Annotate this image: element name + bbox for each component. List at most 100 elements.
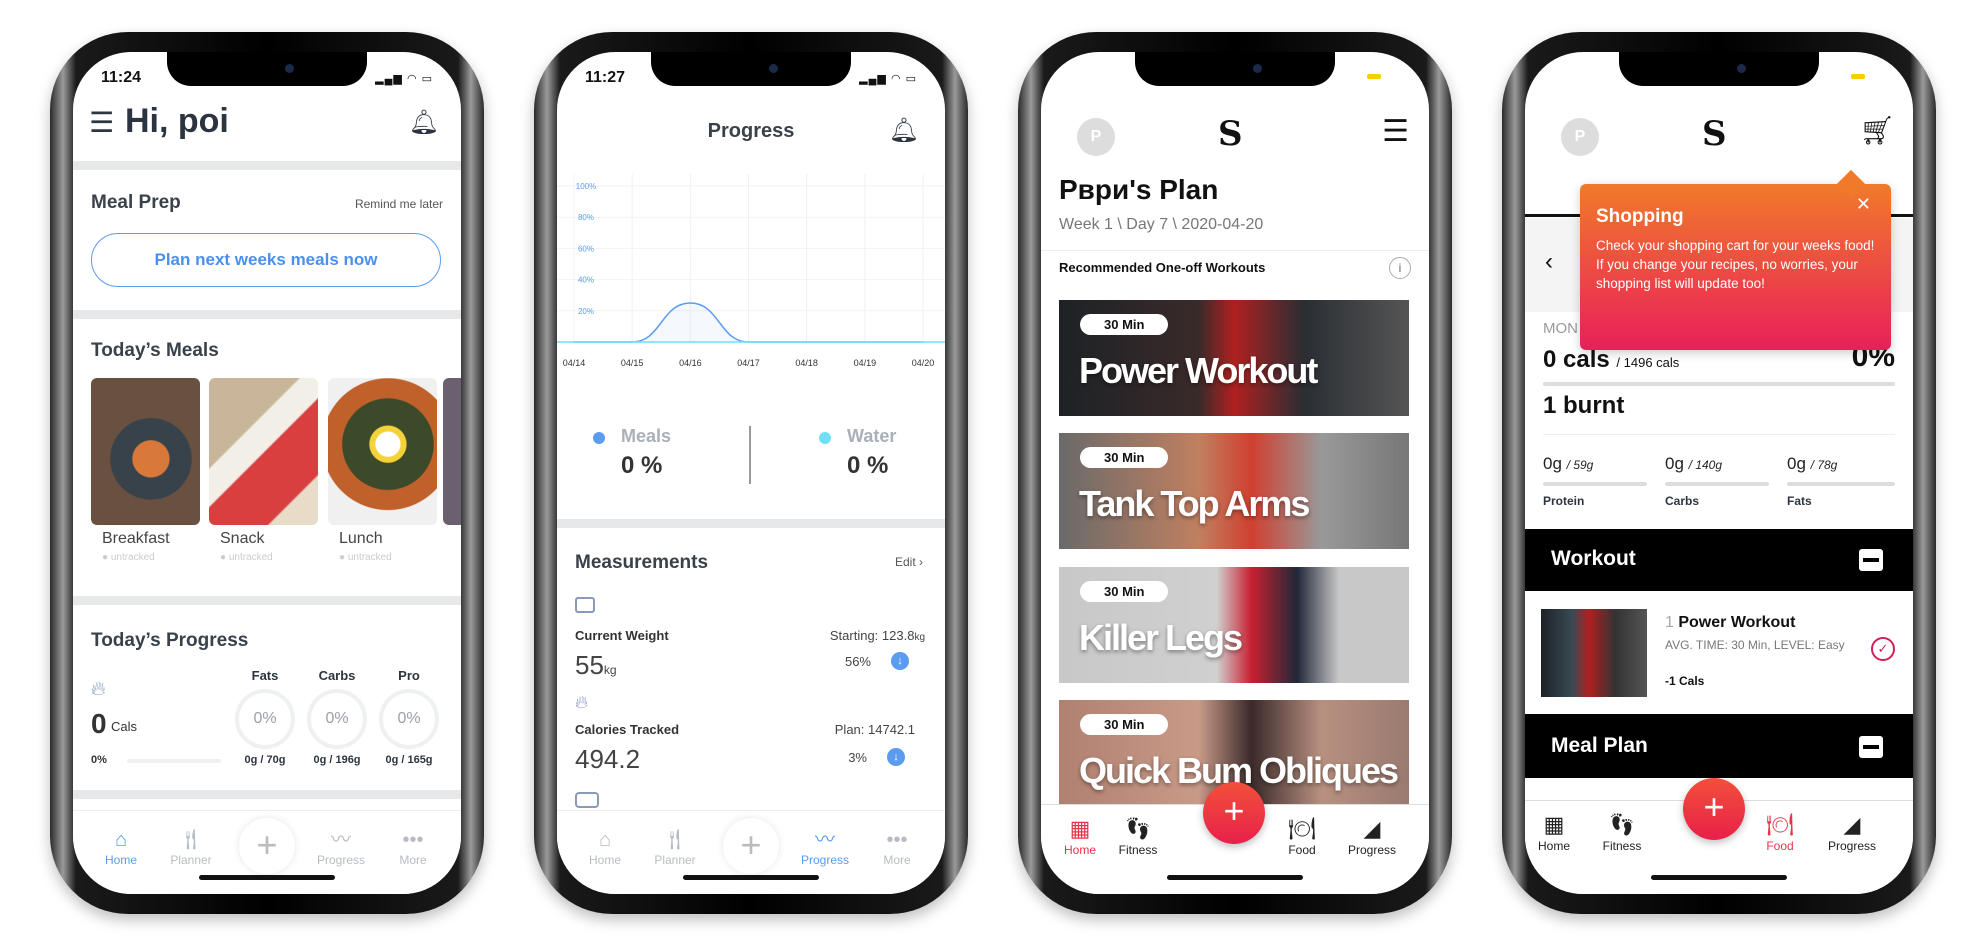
meal-plan-section-header[interactable]: Meal Plan bbox=[1525, 714, 1913, 778]
add-button[interactable]: + bbox=[1683, 778, 1745, 840]
bell-icon[interactable]: 🔔︎ bbox=[409, 108, 439, 137]
hamburger-menu-icon[interactable]: ☰ bbox=[89, 106, 114, 139]
scale-icon bbox=[575, 597, 595, 613]
meal-name: Snack bbox=[220, 530, 265, 547]
water-legend-dot bbox=[819, 432, 831, 444]
remind-later-link[interactable]: Remind me later bbox=[355, 197, 443, 211]
tab-progress[interactable]: ◢ Progress bbox=[1337, 815, 1407, 857]
add-button[interactable]: + bbox=[1203, 782, 1265, 844]
edit-label: Edit bbox=[894, 555, 916, 569]
workout-card[interactable]: 30 Min Killer Legs bbox=[1059, 567, 1409, 683]
tooltip-body: Check your shopping cart for your weeks … bbox=[1596, 238, 1875, 291]
workout-section-header[interactable]: Workout bbox=[1525, 529, 1913, 591]
divider bbox=[73, 790, 461, 799]
flame-icon: 🔥︎ bbox=[91, 678, 106, 700]
info-icon[interactable]: i bbox=[1389, 257, 1411, 279]
home-icon: ⌂ bbox=[598, 829, 612, 851]
weight-value: 55kg bbox=[575, 650, 617, 681]
tab-home[interactable]: ▦ Home bbox=[1525, 811, 1589, 853]
add-button[interactable]: + bbox=[723, 818, 779, 874]
macro-label: Carbs bbox=[318, 668, 356, 683]
status-text: untracked bbox=[228, 552, 273, 563]
home-icon: ⌂ bbox=[114, 829, 128, 851]
workout-details: AVG. TIME: 30 Min, LEVEL: Easy bbox=[1665, 638, 1845, 652]
chevron-left-icon[interactable]: ‹ bbox=[1545, 248, 1553, 276]
tab-home[interactable]: ⌂ Home bbox=[567, 827, 643, 867]
tab-progress[interactable]: 〰 Progress bbox=[787, 827, 863, 867]
duration-pill: 30 Min bbox=[1080, 314, 1169, 335]
measurements-title: Measurements bbox=[575, 552, 709, 573]
tab-label: Progress bbox=[1827, 839, 1877, 853]
tab-planner[interactable]: 🍴︎ Planner bbox=[153, 827, 229, 867]
tab-home[interactable]: ⌂ Home bbox=[83, 827, 159, 867]
x-tick-label: 04/18 bbox=[795, 358, 818, 368]
workout-thumbnail[interactable] bbox=[1541, 609, 1647, 697]
calories-plan: Plan: 14742.1 bbox=[834, 722, 915, 737]
y-tick-label: 20% bbox=[578, 307, 594, 316]
chart-line-icon: 〰 bbox=[331, 829, 351, 851]
plate-icon: 🍽︎ bbox=[1288, 816, 1316, 841]
macro-label: Pro bbox=[398, 668, 420, 683]
carbs-bar bbox=[1665, 482, 1769, 486]
shopping-cart-icon[interactable]: 🛒︎ bbox=[1859, 114, 1895, 147]
bell-icon[interactable]: 🔔︎ bbox=[889, 116, 919, 145]
tab-fitness[interactable]: 👣︎ Fitness bbox=[1103, 815, 1173, 857]
macro-amount: 0g / 70g bbox=[244, 754, 286, 766]
divider bbox=[73, 596, 461, 605]
progress-triangle-icon: ◢ bbox=[1843, 812, 1861, 837]
snack-image[interactable] bbox=[209, 378, 318, 525]
phone-home: 11:24 ▂▄▆ ◠ ▭ ☰ Hi, poi 🔔︎ Meal Prep Rem… bbox=[50, 32, 484, 914]
tab-label: Home bbox=[104, 853, 137, 867]
breakfast-image[interactable] bbox=[91, 378, 200, 525]
status-icons: ▂▄▆ ◠ ▭ bbox=[375, 73, 433, 85]
protein-bar bbox=[1543, 482, 1647, 486]
workout-name[interactable]: 1 Power Workout bbox=[1665, 614, 1795, 632]
macro-label: Fats bbox=[1787, 494, 1812, 508]
tab-progress[interactable]: ◢ Progress bbox=[1817, 811, 1887, 853]
workout-card[interactable]: 30 Min Tank Top Arms bbox=[1059, 433, 1409, 549]
cals-goal: / 1496 cals bbox=[1616, 355, 1680, 370]
todays-progress-title: Today’s Progress bbox=[91, 630, 249, 651]
lunch-image[interactable] bbox=[328, 378, 437, 525]
day-label: MON bbox=[1543, 320, 1578, 337]
edit-link[interactable]: Edit › bbox=[895, 555, 923, 569]
tab-label: Planner bbox=[654, 853, 696, 867]
plan-meals-button[interactable]: Plan next weeks meals now bbox=[91, 233, 441, 287]
divider bbox=[1041, 250, 1429, 251]
next-meal-image[interactable] bbox=[443, 378, 461, 525]
status-text: untracked bbox=[347, 552, 392, 563]
y-tick-label: 60% bbox=[578, 244, 594, 253]
collapse-icon[interactable] bbox=[1859, 549, 1883, 571]
workout-title: Power Workout bbox=[1079, 350, 1318, 391]
collapse-icon[interactable] bbox=[1859, 736, 1883, 758]
add-button[interactable]: + bbox=[239, 818, 295, 874]
progress-chart: 04/14 04/15 04/16 04/17 04/18 04/19 04/20 20% 40… bbox=[557, 174, 945, 368]
avatar[interactable]: P bbox=[1077, 118, 1115, 156]
divider bbox=[557, 519, 945, 528]
flame-icon: 🔥︎ bbox=[575, 692, 589, 712]
chart-line-icon: 〰 bbox=[815, 829, 835, 851]
meal-status: ● untracked bbox=[220, 552, 273, 563]
tab-more[interactable]: ••• More bbox=[375, 827, 451, 867]
tab-progress[interactable]: 〰 Progress bbox=[303, 827, 379, 867]
menu-icon[interactable]: ☰ bbox=[1382, 114, 1409, 149]
weight-change: 56% bbox=[844, 654, 871, 669]
tab-more[interactable]: ••• More bbox=[859, 827, 935, 867]
meal-name: Breakfast bbox=[102, 530, 170, 547]
tab-food[interactable]: 🍽︎ Food bbox=[1267, 815, 1337, 857]
water-value: 0 % bbox=[847, 452, 889, 479]
tab-fitness[interactable]: 👣︎ Fitness bbox=[1587, 811, 1657, 853]
tab-planner[interactable]: 🍴︎ Planner bbox=[637, 827, 713, 867]
macro-amount: 0g bbox=[1787, 454, 1806, 473]
app-logo: S bbox=[1702, 114, 1727, 154]
avatar[interactable]: P bbox=[1561, 118, 1599, 156]
notch bbox=[651, 52, 851, 86]
burnt-value: 1 burnt bbox=[1543, 392, 1625, 419]
tab-food[interactable]: 🍽︎ Food bbox=[1745, 811, 1815, 853]
tab-label: Food bbox=[1766, 839, 1794, 853]
phone-plan: P S ☰ Рври's Plan Week 1 \ Day 7 \ 2020-… bbox=[1018, 32, 1452, 914]
workout-card[interactable]: 30 Min Power Workout bbox=[1059, 300, 1409, 416]
utensils-icon: 🍴︎ bbox=[178, 829, 204, 851]
check-circle-icon[interactable]: ✓ bbox=[1871, 637, 1895, 661]
x-tick-label: 04/14 bbox=[563, 358, 586, 368]
